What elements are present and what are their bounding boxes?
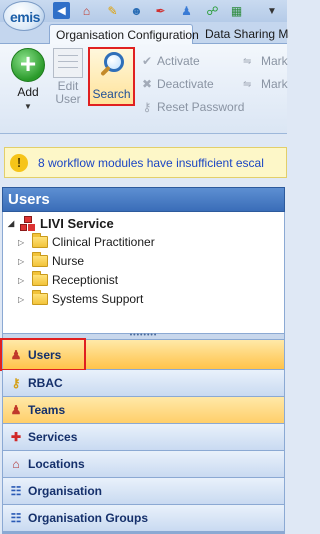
key-icon: ⚷ [11,376,21,390]
pen-icon[interactable]: ✒ [152,2,169,19]
expand-icon[interactable]: ▷ [18,295,32,304]
tab-data-sharing[interactable]: Data Sharing Ma [199,24,289,45]
emis-logo[interactable]: emis [3,1,45,31]
dropdown-icon[interactable]: ▼ [265,3,279,20]
workflow-icon[interactable]: ☍ [204,2,221,19]
user-icon[interactable]: ♟ [178,2,195,19]
expand-icon[interactable]: ▷ [18,238,32,247]
nav-organisation[interactable]: ☷ Organisation [2,478,285,505]
nav-locations[interactable]: ⌂ Locations [2,451,285,478]
expand-icon[interactable]: ▷ [18,257,32,266]
nav-organisation-label: Organisation [28,484,103,498]
mark-icon: ⇋ [243,55,252,67]
nav-organisation-groups[interactable]: ☷ Organisation Groups [2,505,285,532]
expand-icon[interactable]: ▷ [18,276,32,285]
check-icon: ✔ [141,54,153,68]
back-arrow-icon[interactable]: ◀ [53,2,70,19]
tree-item-clinical-practitioner[interactable]: ▷ Clinical Practitioner [18,233,155,251]
warning-icon: ! [10,153,28,172]
user-tree: ◢ LIVI Service ▷ Clinical Practitioner ▷… [2,212,285,333]
organisation-icon: ☷ [10,484,22,498]
tree-root-label: LIVI Service [40,215,114,231]
ribbon: + Add ▼ Edit User Search ✔ Activate ✖ De… [0,44,288,134]
tree-item-label: Receptionist [52,273,119,287]
deactivate-button[interactable]: ✖ Deactivate [139,75,214,93]
edit-user-label: Edit User [55,79,81,106]
search-label: Search [92,87,131,101]
folder-icon [32,252,48,267]
key-icon: ⚷ [142,100,152,114]
search-icon [95,50,129,84]
nav-organisation-groups-label: Organisation Groups [28,511,149,525]
reset-password-button[interactable]: ⚷ Reset Password [139,98,245,116]
users-highlight [0,338,86,371]
tree-item-label: Clinical Practitioner [52,235,155,249]
reset-password-label: Reset Password [157,100,245,114]
edit-user-button[interactable]: Edit User [52,48,84,106]
search-button[interactable]: Search [88,47,135,106]
cross-icon: ✖ [141,77,153,91]
home-icon[interactable]: ⌂ [78,2,95,19]
tree-item-receptionist[interactable]: ▷ Receptionist [18,271,118,289]
mark-label-2: Mark [261,77,288,91]
ribbon-tabs: Organisation Configuration Data Sharing … [0,22,289,45]
pencil-icon[interactable]: ✎ [104,2,121,19]
deactivate-label: Deactivate [157,77,214,91]
panel-title: Users [2,187,285,212]
folder-icon [32,290,48,305]
activate-label: Activate [157,54,200,68]
folder-icon [32,271,48,286]
nav-services-label: Services [28,430,78,444]
nav-rbac-label: RBAC [28,376,63,390]
teams-icon: ♟ [10,403,22,417]
location-icon: ⌂ [12,457,20,471]
mark-button-1[interactable]: ⇋ Mark [243,52,288,70]
tree-item-label: Nurse [52,254,85,268]
organisation-icon [20,216,34,231]
add-button[interactable]: + Add ▼ [8,48,48,111]
alert-text[interactable]: 8 workflow modules have insufficient esc… [38,156,264,170]
tree-item-systems-support[interactable]: ▷ Systems Support [18,290,143,308]
workflow-alert[interactable]: ! 8 workflow modules have insufficient e… [4,147,287,178]
add-label: Add [17,85,39,99]
mark-label-1: Mark [261,54,288,68]
nav-locations-label: Locations [28,457,85,471]
collapse-icon[interactable]: ◢ [8,219,20,228]
nav-rbac[interactable]: ⚷ RBAC [2,370,285,397]
add-icon: + [11,48,45,82]
nav-services[interactable]: ✚ Services [2,424,285,451]
user-search-icon[interactable]: ☻ [128,2,145,19]
tab-organisation-configuration[interactable]: Organisation Configuration [49,24,199,45]
nav-teams[interactable]: ♟ Teams [2,397,285,424]
folder-icon [32,233,48,248]
tree-item-label: Systems Support [52,292,144,306]
tree-root[interactable]: ◢ LIVI Service [8,214,114,232]
mark-icon: ⇋ [243,78,252,90]
mark-button-2[interactable]: ⇋ Mark [243,75,288,93]
chevron-down-icon: ▼ [24,102,32,111]
edit-user-icon [53,48,83,78]
organisation-groups-icon: ☷ [10,511,22,525]
tree-item-nurse[interactable]: ▷ Nurse [18,252,84,270]
grid-icon[interactable]: ▦ [228,2,245,19]
nav-teams-label: Teams [28,403,66,417]
activate-button[interactable]: ✔ Activate [139,52,200,70]
title-bar: emis ◀ ⌂ ✎ ☻ ✒ ♟ ☍ ▦ ▼ [0,0,287,31]
services-icon: ✚ [10,430,22,444]
